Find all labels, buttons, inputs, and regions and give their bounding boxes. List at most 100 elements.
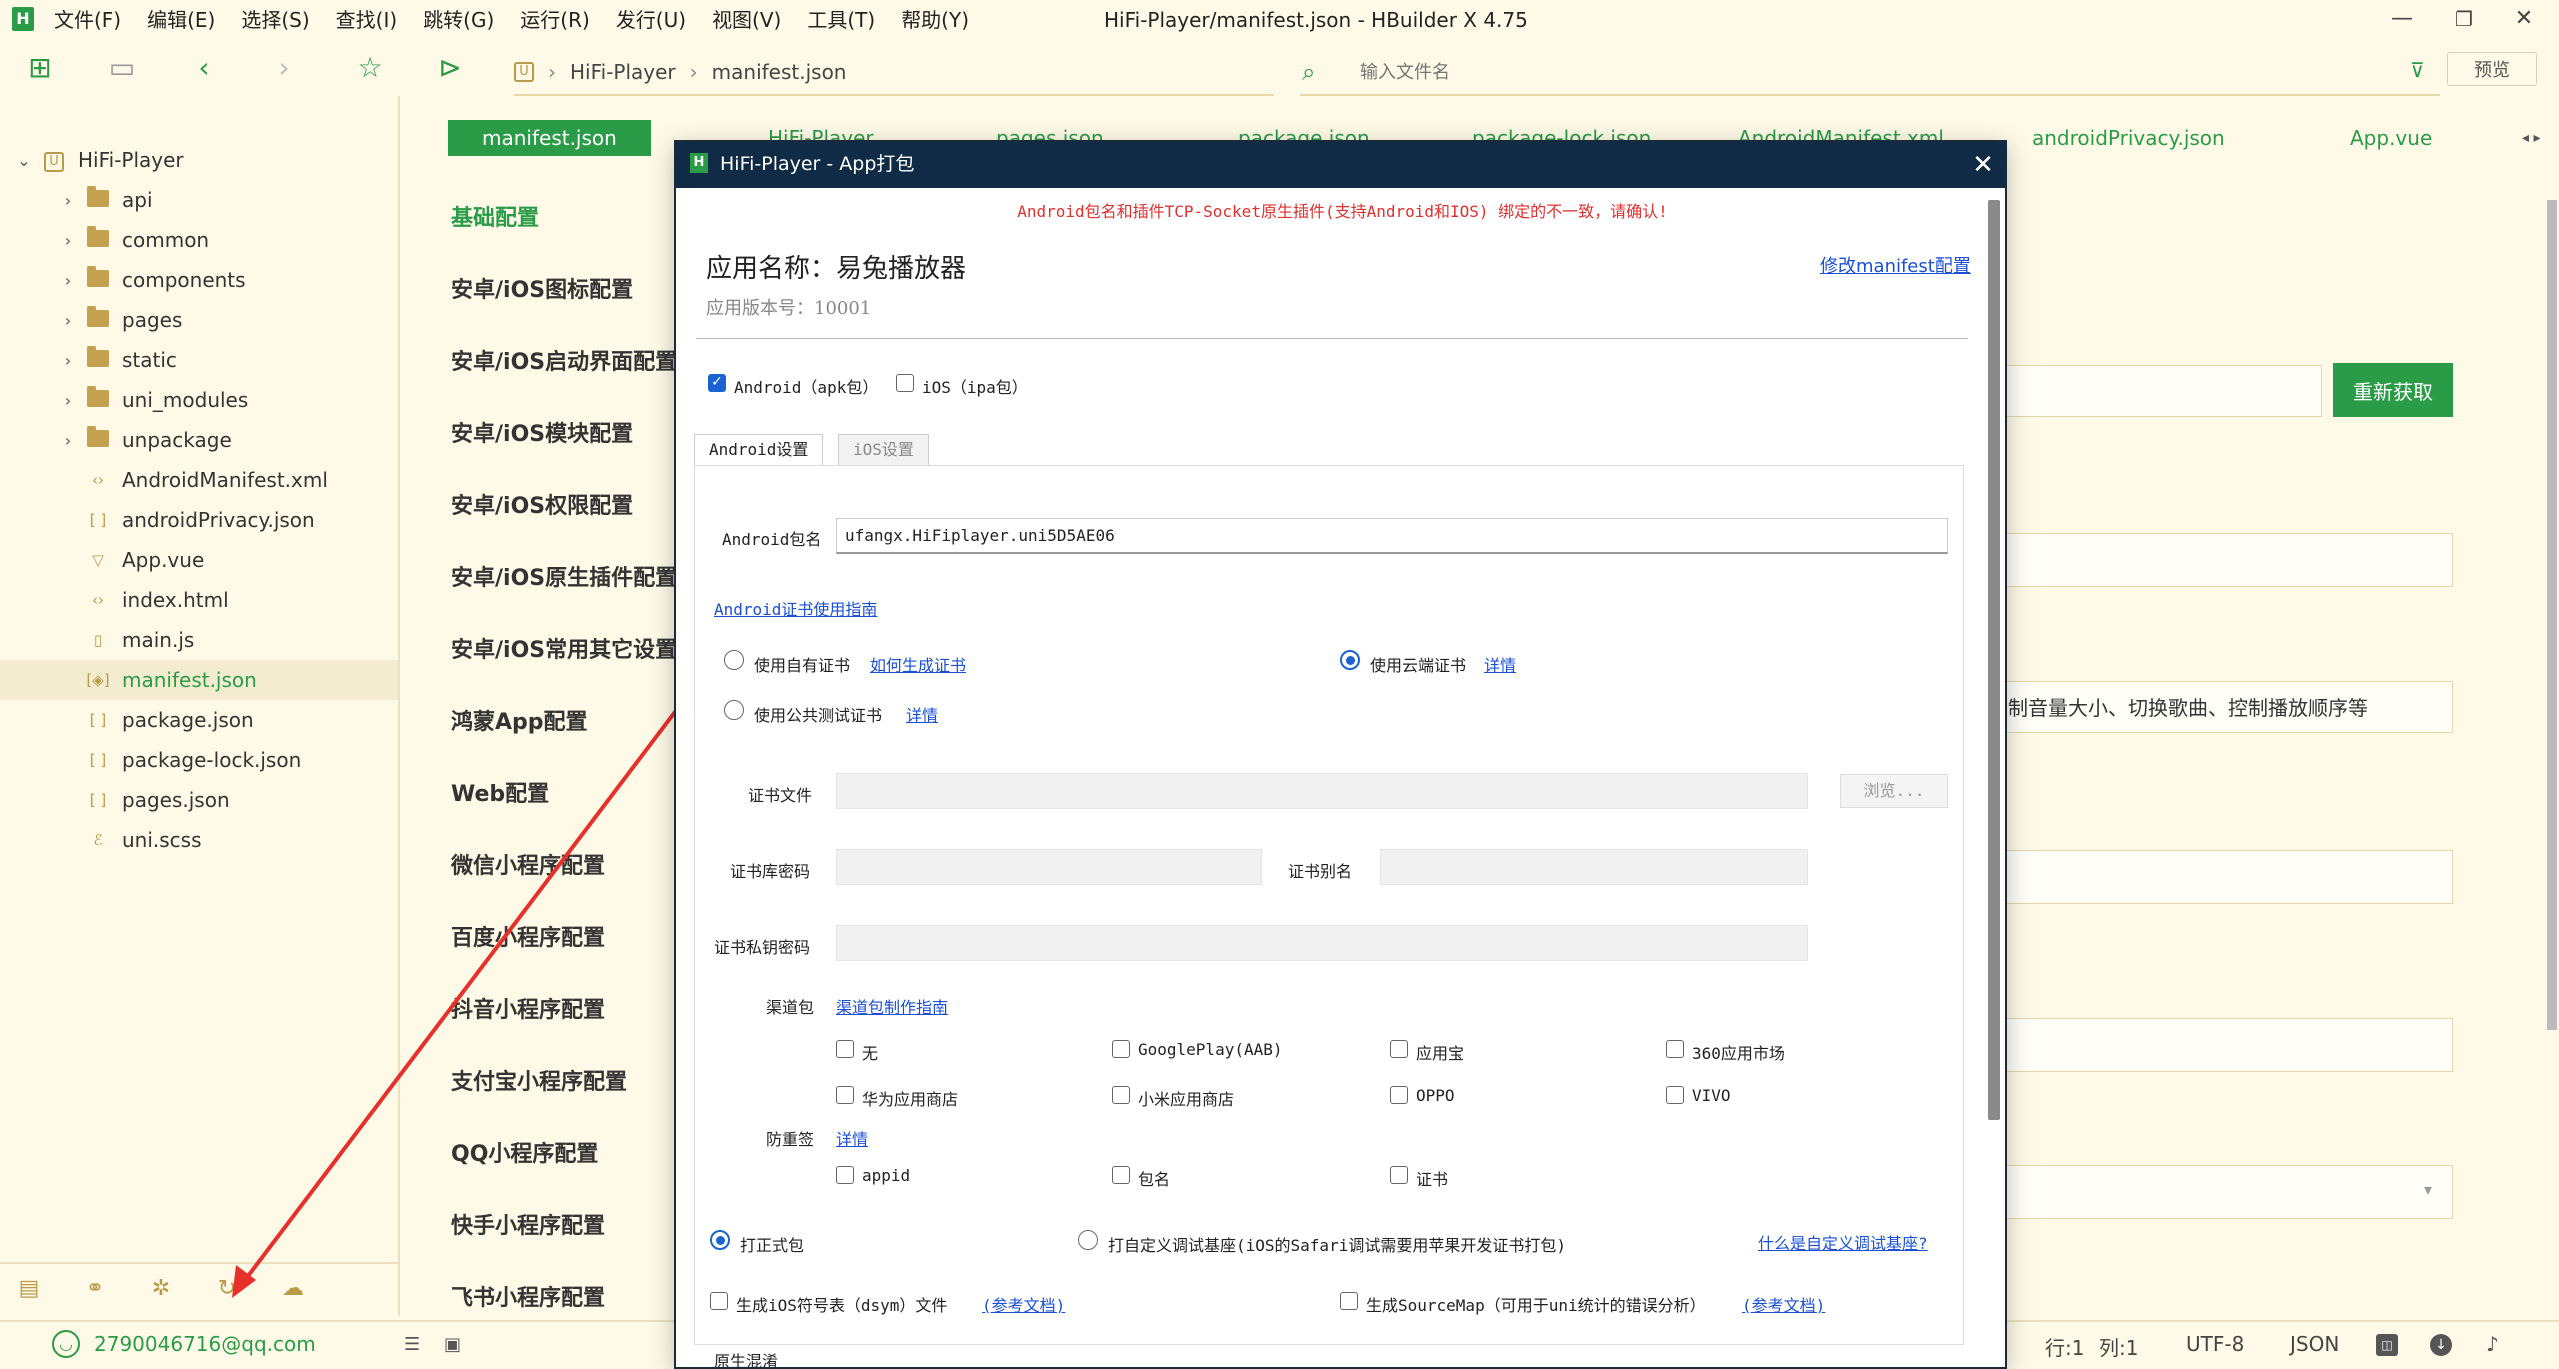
preview-button[interactable]: 预览 [2447, 52, 2537, 86]
account-icon[interactable]: ◡ [52, 1330, 80, 1358]
tree-item-package-json[interactable]: [ ] package.json [0, 700, 398, 740]
cloud-icon[interactable]: ☁ [278, 1276, 308, 1301]
custom-base-help-link[interactable]: 什么是自定义调试基座? [1758, 1230, 1928, 1254]
tree-item-pages[interactable]: › pages [0, 300, 398, 340]
channel-huawei-checkbox[interactable] [836, 1086, 854, 1104]
config-nav-native-plugins[interactable]: 安卓/iOS原生插件配置 [451, 560, 677, 592]
menu-find[interactable]: 查找(I) [336, 6, 398, 34]
channel-360-checkbox[interactable] [1666, 1040, 1684, 1058]
breadcrumb-file[interactable]: manifest.json [712, 60, 847, 84]
dsym-doc-link[interactable]: (参考文档) [982, 1292, 1065, 1316]
menu-help[interactable]: 帮助(Y) [901, 6, 969, 34]
cert-file-input[interactable] [836, 773, 1808, 809]
tree-item-unpackage[interactable]: › unpackage [0, 420, 398, 460]
channel-vivo-checkbox[interactable] [1666, 1086, 1684, 1104]
forward-icon[interactable]: › [266, 50, 302, 86]
editor-scrollbar[interactable] [2547, 200, 2557, 1030]
tree-item-index-html[interactable]: ‹› index.html [0, 580, 398, 620]
file-search-input[interactable] [1360, 54, 2260, 90]
config-nav-feishu[interactable]: 飞书小程序配置 [451, 1280, 605, 1312]
new-file-icon[interactable]: ⊞ [22, 50, 58, 86]
config-nav-basic[interactable]: 基础配置 [451, 200, 539, 232]
config-nav-other[interactable]: 安卓/iOS常用其它设置 [451, 632, 677, 664]
anti-package-checkbox[interactable] [1112, 1166, 1130, 1184]
restore-icon[interactable]: ❐ [2444, 4, 2484, 34]
build-custom-base-radio[interactable] [1078, 1230, 1098, 1250]
menu-file[interactable]: 文件(F) [54, 6, 121, 34]
browse-button[interactable]: 浏览... [1840, 774, 1948, 808]
tree-item-main-js[interactable]: ▯ main.js [0, 620, 398, 660]
menu-select[interactable]: 选择(S) [241, 6, 309, 34]
package-name-input[interactable]: ufangx.HiFiplayer.uni5D5AE06 [836, 518, 1948, 554]
alias-input[interactable] [1380, 849, 1808, 885]
cert-public-detail-link[interactable]: 详情 [906, 702, 938, 726]
cert-cloud-radio[interactable] [1340, 650, 1360, 670]
config-nav-douyin[interactable]: 抖音小程序配置 [451, 992, 605, 1024]
config-nav-icons[interactable]: 安卓/iOS图标配置 [451, 272, 633, 304]
menu-publish[interactable]: 发行(U) [616, 6, 686, 34]
config-nav-baidu[interactable]: 百度小程序配置 [451, 920, 605, 952]
ios-checkbox[interactable] [896, 374, 914, 392]
refresh-appid-button[interactable]: 重新获取 [2333, 363, 2453, 417]
tab-androidprivacy-json[interactable]: androidPrivacy.json [2032, 120, 2225, 156]
debug-icon[interactable]: ✲ [146, 1276, 176, 1301]
config-nav-alipay[interactable]: 支付宝小程序配置 [451, 1064, 627, 1096]
sourcemap-checkbox[interactable] [1340, 1292, 1358, 1310]
menu-view[interactable]: 视图(V) [712, 6, 781, 34]
app-name-field[interactable] [1990, 533, 2453, 587]
config-nav-qq[interactable]: QQ小程序配置 [451, 1136, 598, 1168]
download-icon[interactable]: ↓ [2430, 1334, 2452, 1356]
list-icon[interactable]: ☰ [404, 1334, 420, 1355]
menu-goto[interactable]: 跳转(G) [423, 6, 494, 34]
tree-item-pages-json[interactable]: [ ] pages.json [0, 780, 398, 820]
dialog-close-icon[interactable]: ✕ [1966, 148, 2000, 182]
dialog-scrollbar[interactable] [1988, 200, 2000, 1120]
breadcrumb-project[interactable]: HiFi-Player [570, 60, 676, 84]
star-icon[interactable]: ☆ [352, 50, 388, 86]
tab-ios-settings[interactable]: iOS设置 [838, 434, 929, 466]
tab-app-vue[interactable]: App.vue [2350, 120, 2432, 156]
config-nav-harmony[interactable]: 鸿蒙App配置 [451, 704, 588, 736]
tree-item-androidmanifest[interactable]: ‹› AndroidManifest.xml [0, 460, 398, 500]
edit-manifest-link[interactable]: 修改manifest配置 [1820, 252, 1971, 278]
status-language[interactable]: JSON [2290, 1332, 2339, 1356]
config-nav-permissions[interactable]: 安卓/iOS权限配置 [451, 488, 633, 520]
vue-version-select[interactable] [1990, 1165, 2453, 1219]
tree-project-root[interactable]: ⌄ U HiFi-Player [0, 140, 398, 180]
project-manager-icon[interactable]: ▤ [14, 1276, 44, 1301]
channel-googleplay-checkbox[interactable] [1112, 1040, 1130, 1058]
back-icon[interactable]: ‹ [186, 50, 222, 86]
tree-item-uni-scss[interactable]: ℰuni.scss [0, 820, 398, 860]
cert-cloud-detail-link[interactable]: 详情 [1484, 652, 1516, 676]
anti-resign-detail-link[interactable]: 详情 [836, 1126, 868, 1150]
tree-item-app-vue[interactable]: ▽ App.vue [0, 540, 398, 580]
tree-item-androidprivacy[interactable]: [ ] androidPrivacy.json [0, 500, 398, 540]
minimize-icon[interactable]: — [2382, 4, 2422, 34]
tab-manifest-json[interactable]: manifest.json [448, 120, 651, 156]
status-column[interactable]: 列:1 [2099, 1332, 2138, 1361]
run-icon[interactable]: ⊳ [432, 50, 468, 86]
version-code-field[interactable] [1990, 1018, 2453, 1072]
tree-item-manifest-json[interactable]: [◈] manifest.json [0, 660, 398, 700]
chat-icon[interactable]: ◫ [2376, 1334, 2398, 1356]
keystore-password-input[interactable] [836, 849, 1262, 885]
cert-own-guide-link[interactable]: 如何生成证书 [870, 652, 966, 676]
source-control-icon[interactable]: ↻ [212, 1276, 242, 1301]
channel-none-checkbox[interactable] [836, 1040, 854, 1058]
menu-edit[interactable]: 编辑(E) [147, 6, 215, 34]
channel-oppo-checkbox[interactable] [1390, 1086, 1408, 1104]
menu-tools[interactable]: 工具(T) [807, 6, 875, 34]
close-window-icon[interactable]: ✕ [2504, 4, 2544, 34]
tree-item-package-lock-json[interactable]: [ ] package-lock.json [0, 740, 398, 780]
tab-scroll-arrows-icon[interactable]: ◂ ▸ [2522, 120, 2541, 156]
account-email[interactable]: 2790046716@qq.com [94, 1330, 316, 1358]
sourcemap-doc-link[interactable]: (参考文档) [1742, 1292, 1825, 1316]
menu-run[interactable]: 运行(R) [520, 6, 590, 34]
bell-icon[interactable]: ♪ [2486, 1332, 2499, 1356]
tree-item-api[interactable]: › api [0, 180, 398, 220]
status-encoding[interactable]: UTF-8 [2186, 1332, 2244, 1356]
filter-icon[interactable]: ⊽ [2410, 58, 2436, 84]
anti-appid-checkbox[interactable] [836, 1166, 854, 1184]
save-icon[interactable]: ▭ [104, 50, 140, 86]
dsym-checkbox[interactable] [710, 1292, 728, 1310]
